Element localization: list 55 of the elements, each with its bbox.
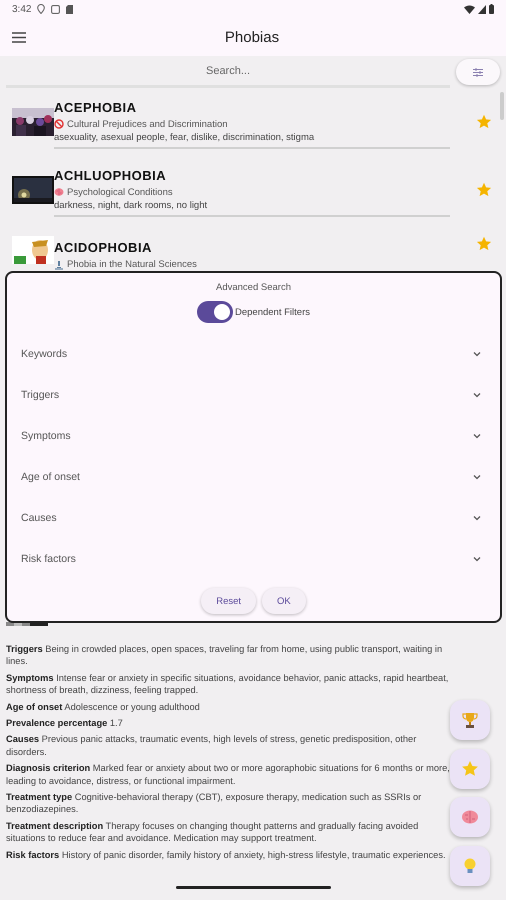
square-icon [51,4,60,14]
brain-icon [54,187,64,197]
star-icon[interactable] [476,114,492,130]
dialog-title: Advanced Search [216,282,291,293]
category-label: Psychological Conditions [67,186,173,198]
microscope-icon [54,260,64,270]
dialog-button[interactable]: Reset [201,588,256,614]
status-time: 3:42 [12,4,32,14]
keyword-list: darkness, night, dark rooms, no light [54,200,450,210]
filter-dropdown[interactable]: Symptoms [7,415,500,456]
phobia-name: ACHLUOPHOBIA [54,168,168,182]
action-button[interactable] [450,748,490,788]
menu-icon[interactable] [12,32,26,42]
sd-card-icon [66,4,74,14]
detail-text: Treatment type Cognitive-behavioral therapy (CBT), exposure therapy, medication such as SSRIs or benzodiazepines. [6,791,422,816]
detail-text: Age of onset Adolescence or young adulthood [6,700,201,714]
action-button[interactable] [450,700,490,740]
filter-dropdown[interactable]: Keywords [7,333,500,374]
trophy-icon [461,711,479,729]
star-icon[interactable] [476,236,492,252]
location-icon [37,4,46,14]
filter-dropdown[interactable]: Triggers [7,374,500,415]
phobia-name: ACEPHOBIA [54,100,138,114]
signal-icon [478,4,486,14]
filter-button[interactable] [456,59,500,85]
search-field[interactable]: Search... [6,56,450,88]
detail-text: Triggers Being in crowded places, open spaces, traveling far from home, using public transport, waiting in lines. [6,643,444,668]
star-icon [461,760,479,778]
toggle-switch[interactable] [197,301,233,323]
phobia-list-item[interactable]: ACHLUOPHOBIA Psychological Conditions darkness, night, dark rooms, no light [0,156,506,224]
keyword-list: asexuality, asexual people, fear, dislike, discrimination, stigma [54,132,450,142]
action-button[interactable] [450,797,490,837]
wifi-icon [464,4,475,14]
filter-dropdown[interactable]: Age of onset [7,456,500,497]
detail-text: Treatment description Therapy focuses on changing thought patterns and gradually facing avoided situations to reduce fear and avoidance. Medication may support treatment. [6,820,420,845]
sliders-icon [473,68,483,76]
brain-icon [461,808,479,826]
toggle-label: Dependent Filters [235,306,310,318]
app-title: Phobias [224,28,280,46]
detail-text: Prevalence percentage 1.7 [6,717,124,730]
phobia-list-item[interactable]: ACEPHOBIA Cultural Prejudices and Discrimination asexuality, asexual people, fear, dislike, discrimination, stigma [0,88,506,156]
category-label: Phobia in the Natural Sciences [67,259,197,270]
detail-text: Diagnosis criterion Marked fear or anxiety about two or more agoraphobic situations for 6 months or more, leading to avoidance, distress, or functional impairment. [6,762,451,788]
battery-icon [489,4,494,14]
dialog-button[interactable]: OK [262,588,306,614]
detail-text: Causes Previous panic attacks, traumatic events, high levels of stress, genetic predisposition, other disorders. [6,733,418,758]
action-button[interactable] [450,846,490,886]
category-label: Cultural Prejudices and Discrimination [67,118,228,130]
star-icon[interactable] [476,182,492,198]
filter-dropdown[interactable]: Causes [7,497,500,538]
phobia-name: ACIDOPHOBIA [54,240,153,255]
detail-text: Risk factors History of panic disorder, family history of anxiety, high-stress lifestyle, traumatic experiences. [6,848,447,862]
prohibited-icon [54,119,64,129]
filter-dropdown[interactable]: Risk factors [7,538,500,579]
detail-text: Symptoms Intense fear or anxiety in specific situations, avoidance behavior, panic attacks, rapid heartbeat, shortness of breath, dizziness, feeling trapped. [6,672,450,697]
